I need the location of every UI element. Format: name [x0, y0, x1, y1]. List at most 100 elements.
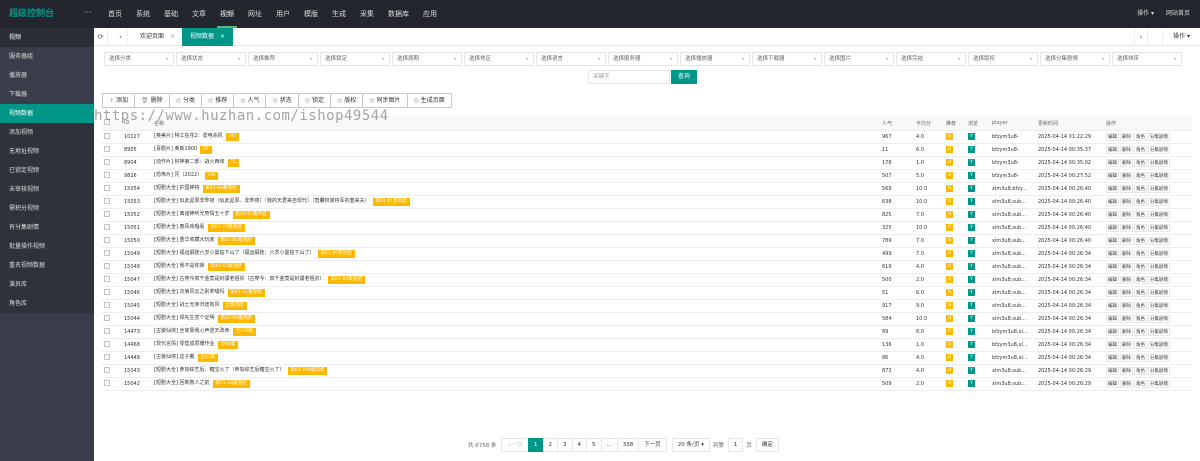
- row-checkbox[interactable]: [104, 340, 110, 347]
- nav-item-7[interactable]: 模版: [297, 0, 325, 28]
- row-op-button-2[interactable]: 角色: [1134, 223, 1147, 232]
- row-op-button-3[interactable]: 分集剧情: [1148, 366, 1170, 375]
- row-checkbox[interactable]: [104, 379, 110, 386]
- row-op-button-2[interactable]: 角色: [1134, 314, 1147, 323]
- row-checkbox[interactable]: [104, 132, 110, 139]
- row-op-button-1[interactable]: 删除: [1120, 249, 1133, 258]
- recommend-badge[interactable]: 0: [946, 341, 953, 348]
- row-name[interactable]: [短剧大全] 次第风云之别拿嗓吗: [154, 289, 225, 295]
- row-name[interactable]: [短剧大全] 福运嗣娃六岁小曼姑下山了（福运嗣娃：六岁小曼姑下山了）: [154, 250, 315, 256]
- row-op-button-0[interactable]: 编辑: [1106, 262, 1119, 271]
- row-op-button-1[interactable]: 删除: [1120, 301, 1133, 310]
- row-op-button-1[interactable]: 删除: [1120, 314, 1133, 323]
- sidebar-item-14[interactable]: 角色库: [0, 294, 94, 313]
- recommend-badge[interactable]: 0: [946, 354, 953, 361]
- row-op-button-3[interactable]: 分集剧情: [1148, 353, 1170, 362]
- site-home-link[interactable]: 网站首页: [1166, 0, 1190, 28]
- pager-page[interactable]: 5: [586, 438, 602, 452]
- row-name[interactable]: [短剧大全] 参加综艺后、糖宝火了（参加综艺后糖宝火了）: [154, 367, 285, 373]
- action-button-9[interactable]: ◎ 生成页面: [406, 93, 452, 108]
- action-button-1[interactable]: 🗑 删除: [134, 93, 170, 108]
- row-op-button-2[interactable]: 角色: [1134, 379, 1147, 388]
- action-button-3[interactable]: ◎ 推荐: [200, 93, 235, 108]
- view-badge[interactable]: Y: [968, 159, 975, 166]
- row-op-button-0[interactable]: 编辑: [1106, 236, 1119, 245]
- row-checkbox[interactable]: [104, 210, 110, 217]
- filter-select-14[interactable]: 选择排序: [1112, 52, 1182, 66]
- row-op-button-3[interactable]: 分集剧情: [1148, 275, 1170, 284]
- recommend-badge[interactable]: 0: [946, 328, 953, 335]
- row-name[interactable]: [短剧大全] 重华收藏大玩家: [154, 237, 215, 243]
- row-op-button-1[interactable]: 删除: [1120, 327, 1133, 336]
- sidebar-item-4[interactable]: 视频数据: [0, 104, 94, 123]
- row-op-button-3[interactable]: 分集剧情: [1148, 158, 1170, 167]
- row-op-button-3[interactable]: 分集剧情: [1148, 262, 1170, 271]
- row-checkbox[interactable]: [104, 314, 110, 321]
- action-button-4[interactable]: ◎ 人气: [233, 93, 267, 108]
- nav-item-2[interactable]: 基础: [157, 0, 185, 28]
- row-op-button-0[interactable]: 编辑: [1106, 223, 1119, 232]
- row-name[interactable]: [动作片] 封神第二部：战火西岐: [154, 159, 225, 165]
- row-name[interactable]: [短剧大全] 护国神将: [154, 185, 200, 191]
- row-op-button-3[interactable]: 分集剧情: [1148, 184, 1170, 193]
- filter-select-0[interactable]: 选择分类: [104, 52, 174, 66]
- nav-item-9[interactable]: 采集: [353, 0, 381, 28]
- recommend-badge[interactable]: 0: [946, 367, 953, 374]
- row-checkbox[interactable]: [104, 275, 110, 282]
- row-op-button-1[interactable]: 删除: [1120, 366, 1133, 375]
- row-op-button-0[interactable]: 编辑: [1106, 210, 1119, 219]
- menu-icon[interactable]: ···: [84, 8, 92, 17]
- chevron-left-icon[interactable]: ‹: [114, 28, 128, 46]
- row-name[interactable]: [古装仙侠] 这子戴: [154, 354, 195, 360]
- row-op-button-0[interactable]: 编辑: [1106, 366, 1119, 375]
- recommend-badge[interactable]: 0: [946, 185, 953, 192]
- row-op-button-3[interactable]: 分集剧情: [1148, 223, 1170, 232]
- filter-select-9[interactable]: 选择下载器: [752, 52, 822, 66]
- recommend-badge[interactable]: 0: [946, 237, 953, 244]
- row-op-button-0[interactable]: 编辑: [1106, 249, 1119, 258]
- nav-item-0[interactable]: 首页: [101, 0, 129, 28]
- row-op-button-2[interactable]: 角色: [1134, 184, 1147, 193]
- sidebar-item-10[interactable]: 有分集剧情: [0, 218, 94, 237]
- sidebar-item-13[interactable]: 演员库: [0, 275, 94, 294]
- ops-menu[interactable]: 操作 ▾: [1137, 0, 1154, 28]
- recommend-badge[interactable]: 0: [946, 159, 953, 166]
- row-op-button-3[interactable]: 分集剧情: [1148, 314, 1170, 323]
- row-op-button-0[interactable]: 编辑: [1106, 158, 1119, 167]
- action-button-7[interactable]: ◎ 版权: [330, 93, 364, 108]
- row-op-button-1[interactable]: 删除: [1120, 340, 1133, 349]
- view-badge[interactable]: Y: [968, 172, 975, 179]
- view-badge[interactable]: Y: [968, 250, 975, 257]
- recommend-badge[interactable]: 0: [946, 198, 953, 205]
- row-name[interactable]: [奥美片] 特工狂花2：雷电杀机: [154, 133, 223, 139]
- nav-item-8[interactable]: 生成: [325, 0, 353, 28]
- row-op-button-3[interactable]: 分集剧情: [1148, 236, 1170, 245]
- row-op-button-0[interactable]: 编辑: [1106, 353, 1119, 362]
- row-op-button-0[interactable]: 编辑: [1106, 301, 1119, 310]
- recommend-badge[interactable]: 0: [946, 276, 953, 283]
- row-name[interactable]: [现代言情] 零售成层珊作业: [154, 341, 215, 347]
- view-badge[interactable]: Y: [968, 237, 975, 244]
- view-badge[interactable]: Y: [968, 315, 975, 322]
- recommend-badge[interactable]: 0: [946, 263, 953, 270]
- row-op-button-1[interactable]: 删除: [1120, 184, 1133, 193]
- nav-item-10[interactable]: 数据库: [381, 0, 416, 28]
- pager-page[interactable]: 338: [616, 438, 640, 452]
- recommend-badge[interactable]: 0: [946, 211, 953, 218]
- sidebar-item-8[interactable]: 未审核视频: [0, 180, 94, 199]
- row-op-button-0[interactable]: 编辑: [1106, 314, 1119, 323]
- tab-video-data[interactable]: 视频数据 ×: [182, 28, 235, 46]
- row-name[interactable]: [短剧大全] 祁先生您个证明: [154, 315, 215, 321]
- pager-size-select[interactable]: 20 条/页 ▾: [671, 438, 710, 452]
- row-checkbox[interactable]: [104, 366, 110, 373]
- row-op-button-2[interactable]: 角色: [1134, 236, 1147, 245]
- pager-page[interactable]: 3: [557, 438, 573, 452]
- close-icon[interactable]: ×: [220, 33, 225, 40]
- row-op-button-0[interactable]: 编辑: [1106, 288, 1119, 297]
- row-name[interactable]: [短剧大全] 古穿今真千金竟是封疆老祖宗（古穿今：真千金竟是封疆老祖宗）: [154, 276, 325, 282]
- view-badge[interactable]: Y: [968, 367, 975, 374]
- sidebar-item-9[interactable]: 需积分视频: [0, 199, 94, 218]
- row-op-button-0[interactable]: 编辑: [1106, 197, 1119, 206]
- row-op-button-1[interactable]: 删除: [1120, 197, 1133, 206]
- row-op-button-1[interactable]: 删除: [1120, 262, 1133, 271]
